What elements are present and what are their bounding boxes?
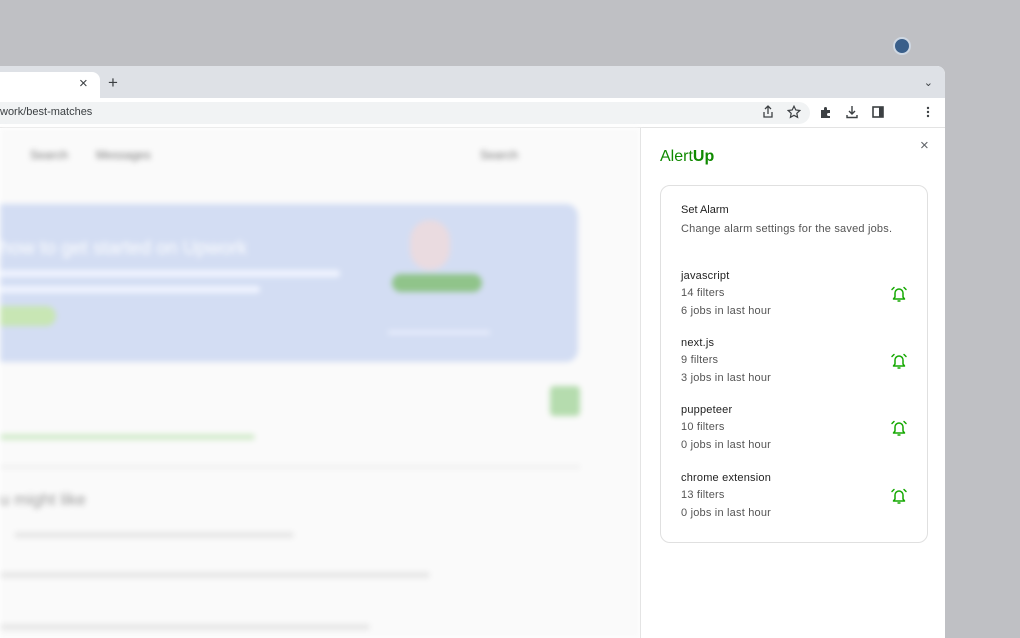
star-icon[interactable] — [786, 104, 802, 121]
bell-alarm-icon[interactable] — [889, 486, 909, 506]
browser-window: × + ⌄ work/best-matches Search Messages … — [0, 66, 945, 638]
card-title: Set Alarm — [681, 204, 729, 216]
blurred-heading: u might like — [0, 490, 86, 509]
alarm-item: puppeteer 10 filters 0 jobs in last hour — [661, 404, 927, 459]
bell-alarm-icon[interactable] — [889, 418, 909, 438]
profile-avatar[interactable] — [893, 37, 911, 55]
tab-search-chevron-icon[interactable]: ⌄ — [924, 76, 933, 89]
url-text: work/best-matches — [0, 106, 93, 118]
blurred-text-line — [0, 624, 370, 630]
alarm-filters: 13 filters — [681, 489, 725, 501]
side-panel-icon[interactable] — [870, 105, 886, 121]
bell-alarm-icon[interactable] — [889, 284, 909, 304]
new-tab-button[interactable]: + — [108, 74, 118, 92]
alarm-item: next.js 9 filters 3 jobs in last hour — [661, 337, 927, 392]
alarm-jobs-count: 0 jobs in last hour — [681, 439, 772, 451]
promo-banner: how to get started on Upwork — [0, 204, 578, 362]
banner-illustration — [392, 274, 482, 292]
close-icon[interactable]: × — [920, 138, 929, 154]
banner-text-line — [0, 270, 340, 277]
address-bar[interactable]: work/best-matches — [0, 102, 810, 124]
search-blurred: Search — [480, 148, 519, 162]
banner-illustration — [410, 220, 450, 270]
alarm-name: chrome extension — [681, 472, 772, 484]
nav-item-blurred: Messages — [96, 148, 151, 162]
divider — [0, 466, 580, 468]
nav-item-blurred: Search — [30, 148, 69, 162]
tab-strip: × + ⌄ — [0, 66, 945, 98]
alarm-jobs-count: 0 jobs in last hour — [681, 507, 772, 519]
browser-toolbar: work/best-matches — [0, 98, 945, 128]
blurred-text-line — [0, 572, 430, 578]
banner-text-line — [0, 286, 260, 293]
more-menu-icon[interactable] — [920, 105, 936, 121]
extensions-icon[interactable] — [818, 105, 834, 121]
banner-button — [0, 306, 56, 326]
alarm-item: chrome extension 13 filters 0 jobs in la… — [661, 472, 927, 527]
banner-illustration — [388, 331, 490, 334]
alarm-jobs-count: 6 jobs in last hour — [681, 305, 772, 317]
card-description: Change alarm settings for the saved jobs… — [681, 223, 893, 235]
alarm-filters: 10 filters — [681, 421, 725, 433]
alarm-name: javascript — [681, 270, 730, 282]
alarm-filters: 9 filters — [681, 354, 719, 366]
alarm-name: puppeteer — [681, 404, 733, 416]
set-alarm-card: Set Alarm Change alarm settings for the … — [660, 185, 928, 543]
banner-title: how to get started on Upwork — [0, 238, 248, 259]
brand-logo: AlertUp — [660, 148, 714, 166]
blurred-link-row — [0, 434, 255, 440]
brand-prefix: Alert — [660, 148, 693, 165]
alarm-jobs-count: 3 jobs in last hour — [681, 372, 772, 384]
active-tab[interactable]: × — [0, 72, 100, 98]
blurred-tabs — [14, 532, 294, 538]
share-icon[interactable] — [760, 105, 776, 121]
tab-close-icon[interactable]: × — [79, 76, 88, 92]
alarm-item: javascript 14 filters 6 jobs in last hou… — [661, 270, 927, 325]
alertup-side-panel: × AlertUp Set Alarm Change alarm setting… — [640, 128, 945, 638]
alarm-name: next.js — [681, 337, 715, 349]
background-webpage: Search Messages Search how to get starte… — [0, 128, 640, 638]
bell-alarm-icon[interactable] — [889, 351, 909, 371]
alarm-filters: 14 filters — [681, 287, 725, 299]
brand-suffix: Up — [692, 148, 715, 165]
download-icon[interactable] — [844, 105, 860, 121]
blurred-button — [550, 386, 580, 416]
